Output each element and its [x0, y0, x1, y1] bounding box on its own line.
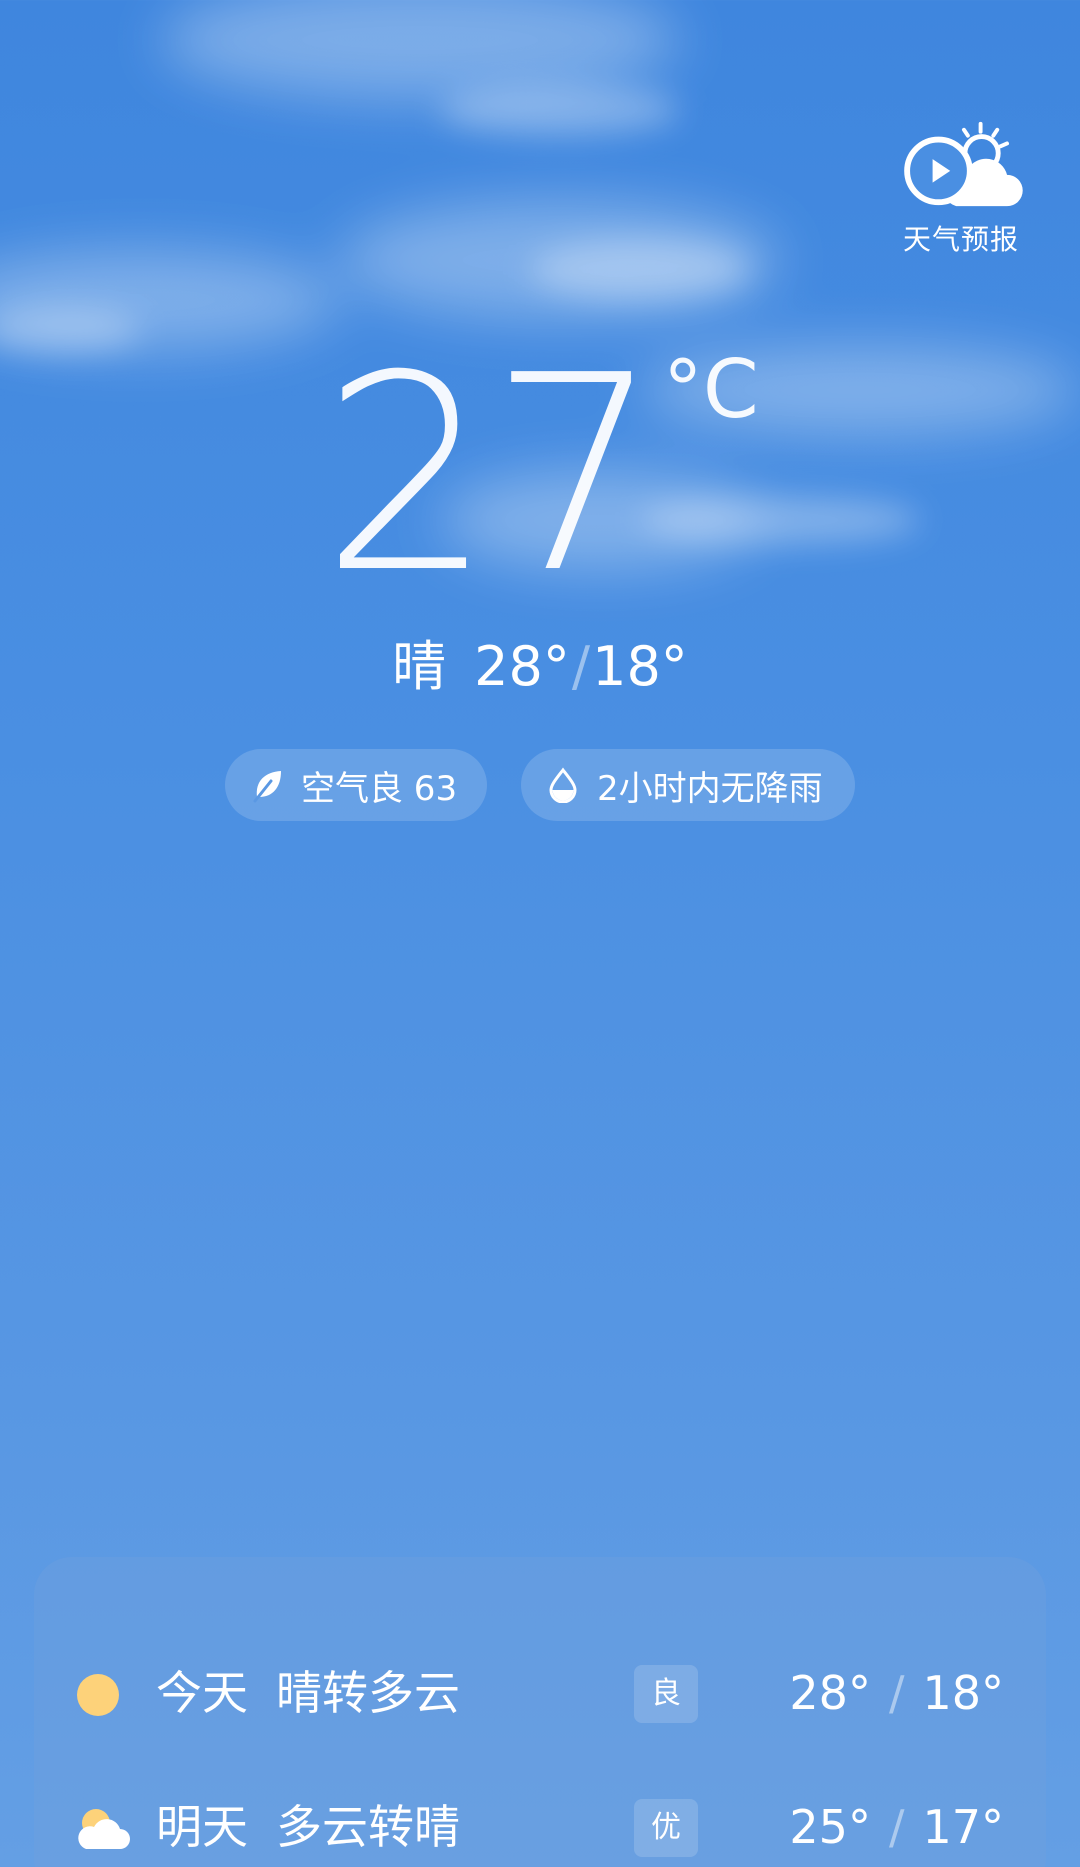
day-high: 28° [789, 1666, 871, 1720]
tomorrow-description: 明天 多云转晴 [156, 1787, 460, 1867]
weather-forecast-button[interactable]: 天气预报 [892, 118, 1030, 258]
rain-forecast-chip[interactable]: 2小时内无降雨 [521, 749, 855, 821]
day-label: 明天 [156, 1800, 248, 1854]
today-description: 今天 晴转多云 [156, 1653, 460, 1733]
range-separator: / [571, 635, 591, 698]
today-low: 18° [592, 635, 688, 698]
play-cloud-sun-icon [904, 121, 1023, 207]
air-quality-text: 空气良 63 [301, 768, 458, 809]
day-high: 25° [789, 1800, 871, 1854]
air-quality-chip[interactable]: 空气良 63 [225, 749, 487, 821]
current-temperature: 27°C [0, 340, 1080, 610]
condition-summary: 晴 28°/18° [0, 632, 1080, 702]
air-quality-badge: 良 [634, 1665, 698, 1723]
today-temperature-range: 28° / 18° [789, 1653, 1004, 1733]
temperature-value: 27 [321, 317, 661, 632]
forecast-row-today[interactable]: 今天 晴转多云 良 28° / 18° [34, 1653, 1046, 1733]
forecast-button-label: 天气预报 [902, 223, 1019, 256]
day-low: 18° [922, 1666, 1004, 1720]
sun-icon [77, 1674, 119, 1716]
raindrop-icon [549, 767, 577, 803]
current-condition: 晴 [392, 635, 447, 698]
daily-forecast-card[interactable]: 今天 晴转多云 良 28° / 18° 明天 多云转晴 优 25° / 17° [34, 1557, 1046, 1867]
range-separator: / [888, 1800, 905, 1854]
day-low: 17° [922, 1800, 1004, 1854]
range-separator: / [888, 1666, 905, 1720]
today-high: 28° [474, 635, 570, 698]
temperature-unit: °C [662, 343, 759, 436]
rain-forecast-text: 2小时内无降雨 [597, 768, 823, 809]
forecast-row-tomorrow[interactable]: 明天 多云转晴 优 25° / 17° [34, 1787, 1046, 1867]
day-condition: 多云转晴 [276, 1800, 460, 1854]
info-chips: 空气良 63 2小时内无降雨 [0, 749, 1080, 821]
day-condition: 晴转多云 [276, 1666, 460, 1720]
partly-cloudy-icon [78, 1809, 130, 1849]
day-label: 今天 [156, 1666, 248, 1720]
leaf-icon [253, 771, 281, 803]
air-quality-badge: 优 [634, 1799, 698, 1857]
tomorrow-temperature-range: 25° / 17° [789, 1787, 1004, 1867]
